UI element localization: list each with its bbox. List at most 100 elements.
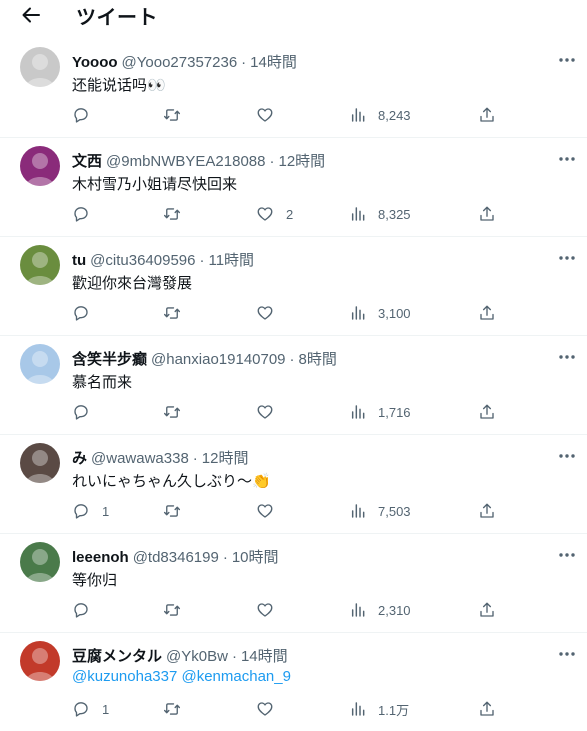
tweet-text-content: 还能说话吗👀 <box>72 77 166 94</box>
reply-button[interactable] <box>72 600 102 620</box>
avatar[interactable] <box>20 641 60 681</box>
views-button[interactable]: 8,325 <box>350 204 411 224</box>
display-name[interactable]: leeenoh <box>72 549 129 566</box>
reply-tweet[interactable]: 文西 @9mbNWBYEA218088 · 12時間 木村雪乃小姐请尽快回来 2 <box>0 138 587 237</box>
display-name[interactable]: 含笑半步癫 <box>72 348 147 369</box>
retweet-icon <box>162 502 182 520</box>
reply-tweet[interactable]: leeenoh @td8346199 · 10時間 等你归 2,310 <box>0 534 587 633</box>
tweet-text: 歡迎你來台灣發展 <box>72 272 192 293</box>
user-handle[interactable]: @Yk0Bw <box>166 648 228 665</box>
more-options-button[interactable] <box>555 543 579 563</box>
avatar[interactable] <box>20 542 60 582</box>
avatar[interactable] <box>20 344 60 384</box>
user-handle[interactable]: @citu36409596 <box>90 252 195 269</box>
timestamp[interactable]: 8時間 <box>299 348 337 369</box>
views-button[interactable]: 7,503 <box>350 501 411 521</box>
timestamp[interactable]: 12時間 <box>279 150 326 171</box>
back-button[interactable] <box>20 5 42 25</box>
more-icon <box>559 445 575 463</box>
like-button[interactable] <box>256 501 286 521</box>
reply-button[interactable]: 1 <box>72 699 109 719</box>
like-button[interactable] <box>256 699 286 719</box>
avatar[interactable] <box>20 146 60 186</box>
timestamp[interactable]: 14時間 <box>250 51 297 72</box>
share-button[interactable] <box>478 204 496 224</box>
reply-button[interactable]: 1 <box>72 501 109 521</box>
user-handle[interactable]: @td8346199 <box>133 549 219 566</box>
reply-button[interactable] <box>72 402 102 422</box>
reply-tweet[interactable]: み @wawawa338 · 12時間 れいにゃちゃん久しぶり〜👏 1 7,50 <box>0 435 587 534</box>
display-name[interactable]: Yoooo <box>72 54 118 71</box>
like-button[interactable] <box>256 600 286 620</box>
reply-tweet[interactable]: tu @citu36409596 · 11時間 歡迎你來台灣發展 3,100 <box>0 237 587 336</box>
views-button[interactable]: 1.1万 <box>350 699 409 719</box>
retweet-button[interactable] <box>162 501 182 521</box>
user-handle[interactable]: @9mbNWBYEA218088 <box>106 153 265 170</box>
separator-dot: · <box>222 549 228 566</box>
more-options-button[interactable] <box>555 444 579 464</box>
bar-chart-icon <box>350 404 366 420</box>
mention-link[interactable]: @kuzunoha337 <box>72 668 177 685</box>
share-icon <box>478 205 496 223</box>
tweet-text: 等你归 <box>72 569 117 590</box>
mention-link[interactable]: @kenmachan_9 <box>181 668 290 685</box>
reply-button[interactable] <box>72 204 102 224</box>
separator-dot: · <box>231 648 237 665</box>
like-button[interactable] <box>256 303 286 323</box>
share-button[interactable] <box>478 402 496 422</box>
more-options-button[interactable] <box>555 147 579 167</box>
timestamp[interactable]: 14時間 <box>241 645 288 666</box>
display-name[interactable]: み <box>72 447 87 468</box>
display-name[interactable]: 豆腐メンタル <box>72 645 162 666</box>
tweet-text-content: れいにゃちゃん久しぶり〜👏 <box>72 473 271 490</box>
like-button[interactable]: 2 <box>256 204 293 224</box>
reply-tweet[interactable]: 豆腐メンタル @Yk0Bw · 14時間 @kuzunoha337 @kenma… <box>0 633 587 731</box>
reply-icon <box>72 106 90 124</box>
retweet-button[interactable] <box>162 105 182 125</box>
share-button[interactable] <box>478 501 496 521</box>
tweet-text: れいにゃちゃん久しぶり〜👏 <box>72 470 271 491</box>
retweet-button[interactable] <box>162 699 182 719</box>
retweet-button[interactable] <box>162 402 182 422</box>
views-button[interactable]: 3,100 <box>350 303 411 323</box>
more-options-button[interactable] <box>555 345 579 365</box>
share-button[interactable] <box>478 303 496 323</box>
more-options-button[interactable] <box>555 246 579 266</box>
reply-tweet[interactable]: Yoooo @Yooo27357236 · 14時間 还能说话吗👀 8,243 <box>0 39 587 138</box>
more-options-button[interactable] <box>555 642 579 662</box>
retweet-button[interactable] <box>162 600 182 620</box>
user-handle[interactable]: @wawawa338 <box>91 450 189 467</box>
user-handle[interactable]: @hanxiao19140709 <box>151 351 286 368</box>
reply-button[interactable] <box>72 303 102 323</box>
views-button[interactable]: 1,716 <box>350 402 411 422</box>
user-handle[interactable]: @Yooo27357236 <box>122 54 238 71</box>
share-icon <box>478 106 496 124</box>
avatar[interactable] <box>20 47 60 87</box>
tweet-text: 还能说话吗👀 <box>72 74 166 95</box>
display-name[interactable]: 文西 <box>72 150 102 171</box>
reply-count: 1 <box>102 503 110 519</box>
display-name[interactable]: tu <box>72 252 86 269</box>
timestamp[interactable]: 12時間 <box>202 447 249 468</box>
like-button[interactable] <box>256 105 286 125</box>
more-icon <box>559 247 575 265</box>
tweet-text-content: 木村雪乃小姐请尽快回来 <box>72 176 238 193</box>
timestamp[interactable]: 11時間 <box>208 249 254 270</box>
share-button[interactable] <box>478 105 496 125</box>
separator-dot: · <box>241 54 247 71</box>
view-count: 1.1万 <box>378 702 410 718</box>
avatar[interactable] <box>20 443 60 483</box>
views-button[interactable]: 2,310 <box>350 600 411 620</box>
reply-tweet[interactable]: 含笑半步癫 @hanxiao19140709 · 8時間 慕名而来 1,716 <box>0 336 587 435</box>
share-button[interactable] <box>478 699 496 719</box>
tweet-text-content: 慕名而来 <box>72 374 133 391</box>
avatar[interactable] <box>20 245 60 285</box>
more-options-button[interactable] <box>555 48 579 68</box>
views-button[interactable]: 8,243 <box>350 105 411 125</box>
retweet-button[interactable] <box>162 303 182 323</box>
timestamp[interactable]: 10時間 <box>232 546 279 567</box>
share-button[interactable] <box>478 600 496 620</box>
like-button[interactable] <box>256 402 286 422</box>
retweet-button[interactable] <box>162 204 182 224</box>
reply-button[interactable] <box>72 105 102 125</box>
